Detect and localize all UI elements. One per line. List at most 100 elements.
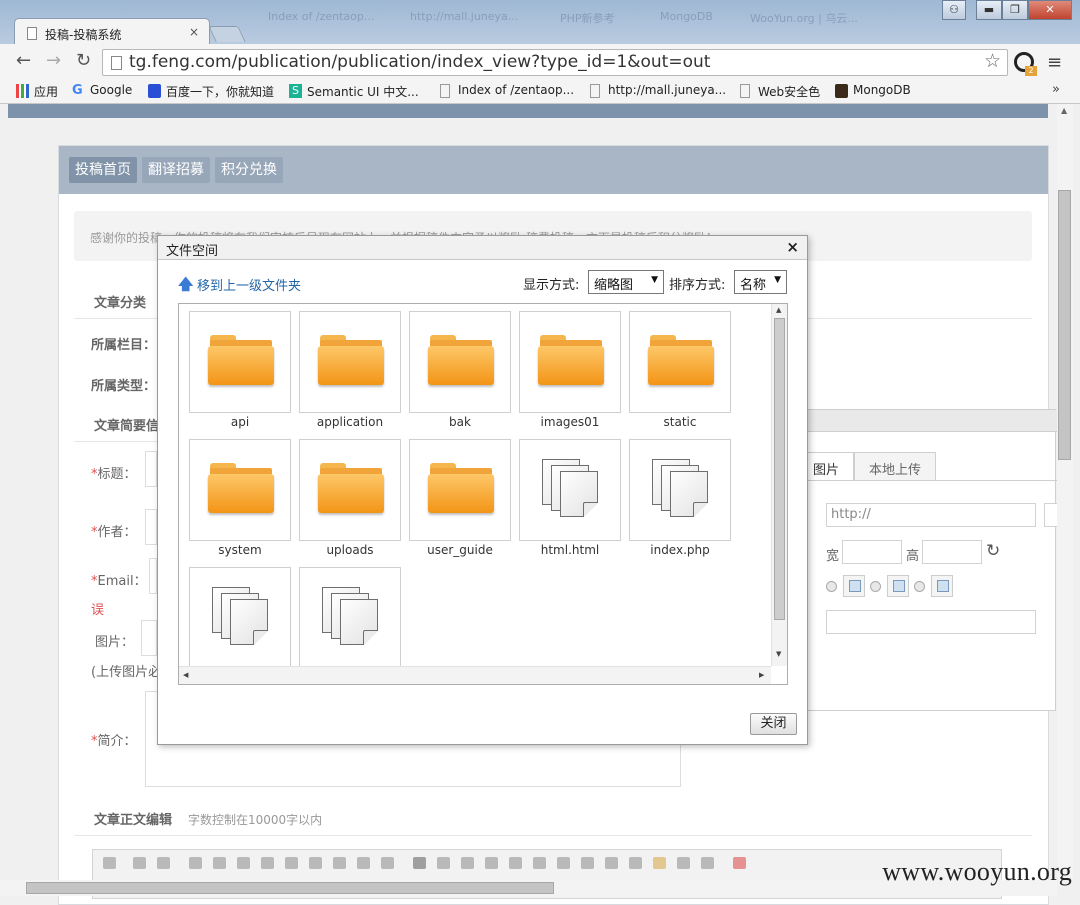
superscript-icon[interactable] [629, 857, 642, 869]
bookmark-star-icon[interactable]: ☆ [984, 50, 1001, 72]
clear-format-icon[interactable] [653, 857, 666, 869]
cut-icon[interactable] [285, 857, 298, 869]
tab-local-upload[interactable]: 本地上传 [854, 452, 937, 481]
pointer-icon[interactable] [701, 857, 714, 869]
height-input[interactable] [922, 540, 982, 564]
image-input[interactable] [141, 620, 157, 656]
scroll-thumb[interactable] [1058, 190, 1071, 460]
thumbnail-box[interactable] [519, 439, 621, 541]
folder-item[interactable]: application [299, 311, 401, 439]
fullscreen-icon[interactable] [733, 857, 746, 869]
thumbnail-box[interactable] [189, 567, 291, 666]
bookmark-mongodb[interactable]: MongoDB [835, 83, 911, 98]
indent-icon[interactable] [557, 857, 570, 869]
align-left-radio[interactable] [870, 581, 881, 592]
close-icon[interactable]: × [786, 238, 799, 256]
image-url-input[interactable]: http:// [826, 503, 1036, 527]
width-input[interactable] [842, 540, 902, 564]
background-tab[interactable]: MongoDB [660, 10, 730, 32]
close-button[interactable]: 关闭 [750, 713, 797, 735]
scroll-left-arrow[interactable]: ◀ [183, 671, 188, 679]
email-input[interactable] [149, 558, 157, 594]
user-icon[interactable]: ⚇ [942, 0, 966, 20]
outdent-icon[interactable] [581, 857, 594, 869]
align-center-icon[interactable] [437, 857, 450, 869]
background-tab[interactable]: PHP新参考 [560, 10, 632, 32]
scroll-thumb[interactable] [26, 882, 554, 894]
back-icon[interactable]: ← [16, 52, 31, 70]
forward-icon[interactable]: → [46, 52, 61, 70]
file-item[interactable] [189, 567, 291, 666]
thumbnail-box[interactable] [629, 439, 731, 541]
display-mode-select[interactable]: 缩略图 ▼ [588, 270, 664, 294]
thumbnail-box[interactable] [299, 567, 401, 666]
file-list-vertical-scrollbar[interactable]: ▲ ▼ [771, 304, 787, 666]
file-list-horizontal-scrollbar[interactable]: ◀ ▶ [179, 666, 771, 684]
paste-icon[interactable] [333, 857, 346, 869]
ordered-list-icon[interactable] [509, 857, 522, 869]
print-icon[interactable] [213, 857, 226, 869]
scroll-up-arrow[interactable]: ▲ [776, 306, 781, 314]
scroll-thumb[interactable] [774, 318, 785, 620]
thumbnail-box[interactable] [299, 311, 401, 413]
bookmark-zentao[interactable]: Index of /zentaop... [440, 83, 574, 98]
thumbnail-box[interactable] [409, 439, 511, 541]
subscript-icon[interactable] [605, 857, 618, 869]
address-bar[interactable]: tg.feng.com/publication/publication/inde… [102, 49, 1008, 76]
unordered-list-icon[interactable] [533, 857, 546, 869]
thumbnail-box[interactable] [409, 311, 511, 413]
browser-menu-icon[interactable]: ≡ [1047, 52, 1062, 73]
folder-item[interactable]: system [189, 439, 291, 567]
thumbnail-box[interactable] [299, 439, 401, 541]
folder-item[interactable]: bak [409, 311, 511, 439]
refresh-icon[interactable]: ↻ [986, 541, 1000, 561]
background-tab[interactable]: WooYun.org | 乌云... [750, 10, 860, 32]
thumbnail-box[interactable] [519, 311, 621, 413]
maximize-button[interactable]: ❐ [1002, 0, 1028, 20]
tab-points-exchange[interactable]: 积分兑换 [215, 157, 283, 183]
bookmark-baidu[interactable]: 百度一下，你就知道 [148, 83, 274, 100]
align-justify-icon[interactable] [485, 857, 498, 869]
folder-item[interactable]: static [629, 311, 731, 439]
tab-close-icon[interactable]: × [189, 25, 199, 39]
template-icon[interactable] [237, 857, 250, 869]
title-input[interactable] [145, 451, 157, 487]
folder-item[interactable]: images01 [519, 311, 621, 439]
undo-icon[interactable] [133, 857, 146, 869]
preview-icon[interactable] [189, 857, 202, 869]
minimize-button[interactable]: ▬ [976, 0, 1002, 20]
page-vertical-scrollbar[interactable]: ▲ [1057, 104, 1073, 880]
tab-submission-home[interactable]: 投稿首页 [69, 157, 137, 183]
align-right-icon[interactable] [461, 857, 474, 869]
code-icon[interactable] [261, 857, 274, 869]
image-title-input[interactable] [826, 610, 1036, 634]
parent-folder-link[interactable]: 🡅 移到上一级文件夹 [178, 275, 301, 294]
scroll-right-arrow[interactable]: ▶ [759, 671, 764, 679]
align-left-icon[interactable] [413, 857, 426, 869]
bookmark-mall[interactable]: http://mall.juneya... [590, 83, 726, 98]
close-window-button[interactable]: ✕ [1028, 0, 1072, 20]
thumbnail-box[interactable] [189, 311, 291, 413]
folder-item[interactable]: uploads [299, 439, 401, 567]
bookmark-google[interactable]: G Google [72, 83, 132, 97]
bookmarks-overflow-icon[interactable]: » [1052, 82, 1060, 97]
background-tab[interactable]: http://mall.juneya... [410, 10, 520, 32]
bookmark-semantic[interactable]: S Semantic UI 中文... [289, 83, 419, 100]
file-item[interactable]: html.html [519, 439, 621, 567]
new-tab-button[interactable] [208, 26, 246, 42]
source-icon[interactable] [103, 857, 116, 869]
scroll-up-arrow[interactable]: ▲ [1061, 106, 1067, 115]
folder-item[interactable]: user_guide [409, 439, 511, 567]
sort-select[interactable]: 名称 ▼ [734, 270, 787, 294]
thumbnail-box[interactable] [629, 311, 731, 413]
align-right-radio[interactable] [914, 581, 925, 592]
bookmark-web-safe-colors[interactable]: Web安全色 [740, 83, 820, 100]
select-all-icon[interactable] [677, 857, 690, 869]
copy-icon[interactable] [309, 857, 322, 869]
align-none-radio[interactable] [826, 581, 837, 592]
tab-active[interactable]: 投稿-投稿系统 × [14, 18, 210, 46]
scroll-down-arrow[interactable]: ▼ [776, 650, 781, 658]
redo-icon[interactable] [157, 857, 170, 869]
thumbnail-box[interactable] [189, 439, 291, 541]
background-tab[interactable]: Index of /zentaop... [268, 10, 378, 32]
